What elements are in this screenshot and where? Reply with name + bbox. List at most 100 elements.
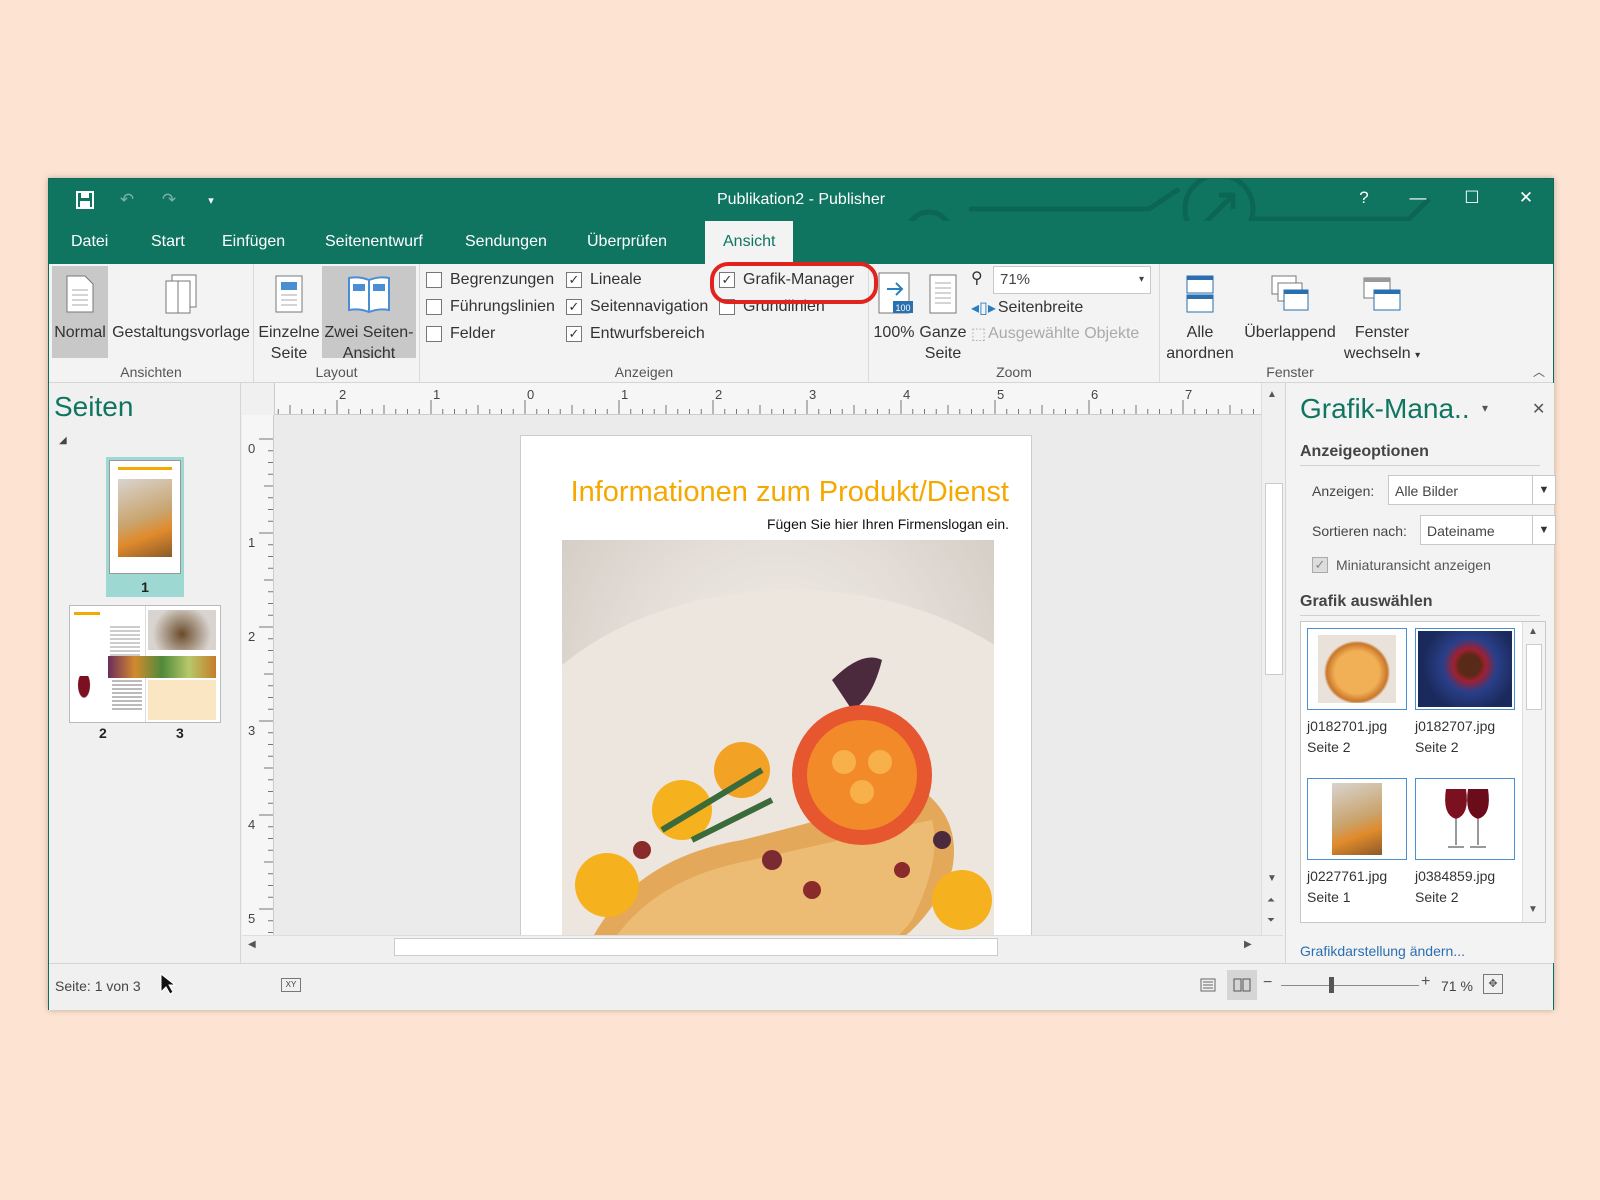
horizontal-scroll-thumb[interactable] <box>394 938 998 956</box>
ueberlappend-label: Überlappend <box>1244 324 1336 341</box>
tab-datei[interactable]: Datei <box>53 221 126 264</box>
ruler-label: 0 <box>248 441 255 456</box>
begrenzungen-checkbox[interactable]: Begrenzungen <box>426 268 554 292</box>
tab-seitenentwurf[interactable]: Seitenentwurf <box>307 221 441 264</box>
task-pane-options-icon[interactable]: ▾ <box>1482 401 1488 415</box>
task-pane-close-icon[interactable]: ✕ <box>1532 399 1545 419</box>
tab-sendungen[interactable]: Sendungen <box>447 221 565 264</box>
zoom-combobox[interactable]: 71% ▾ <box>993 266 1151 294</box>
scroll-up-icon[interactable]: ▲ <box>1267 389 1277 400</box>
zoom-dropdown-icon[interactable]: ▾ <box>1139 267 1144 293</box>
minimize-button[interactable]: — <box>1391 179 1445 217</box>
image-thumb-1[interactable] <box>1307 628 1407 710</box>
next-page-icon[interactable]: ⏷ <box>1267 915 1275 926</box>
thumb-text-block <box>112 680 142 710</box>
ruler-label: 7 <box>1185 387 1192 402</box>
two-page-view-icon[interactable] <box>1227 970 1257 1000</box>
ausgewaehlte-objekte-button[interactable]: ⬚ Ausgewählte Objekte <box>971 322 1139 346</box>
gallery-scrollbar[interactable]: ▲ ▼ <box>1522 622 1545 922</box>
fit-page-icon[interactable]: ✥ <box>1483 974 1503 994</box>
page-thumb-2-3[interactable] <box>69 605 221 723</box>
scroll-left-icon[interactable]: ◀ <box>248 939 256 950</box>
sortieren-dropdown[interactable]: Dateiname ▼ <box>1420 515 1556 545</box>
tab-start[interactable]: Start <box>133 221 203 264</box>
help-button[interactable]: ? <box>1337 179 1391 217</box>
cascade-icon <box>1240 266 1340 322</box>
chevron-down-icon[interactable]: ▼ <box>1532 516 1555 544</box>
close-button[interactable]: ✕ <box>1499 179 1553 217</box>
horizontal-ruler: 2 1 0 1 2 3 4 5 6 7 <box>275 383 1261 415</box>
zoom-slider-thumb[interactable] <box>1329 977 1334 993</box>
page-thumb-1[interactable]: 1 <box>106 457 184 597</box>
zoom-out-icon[interactable]: − <box>1263 974 1272 992</box>
ruler-label: 4 <box>903 387 910 402</box>
previous-page-icon[interactable]: ⏶ <box>1267 895 1275 906</box>
einzelne-seite-button[interactable]: Einzelne Seite <box>257 266 321 362</box>
vertical-ruler: 0 1 2 3 4 5 <box>242 415 274 935</box>
image-page-1: Seite 2 <box>1307 739 1351 755</box>
zoom-badge-text: 100 <box>895 303 910 313</box>
window-title: Publikation2 - Publisher <box>716 191 886 208</box>
ganze-seite-button[interactable]: Ganze Seite <box>919 266 967 362</box>
image-thumb-3[interactable] <box>1307 778 1407 860</box>
image-page-2: Seite 2 <box>1415 739 1459 755</box>
tab-ueberpruefen[interactable]: Überprüfen <box>569 221 685 264</box>
scroll-down-icon[interactable]: ▼ <box>1528 904 1538 915</box>
felder-checkbox[interactable]: Felder <box>426 322 495 346</box>
document-canvas[interactable]: Informationen zum Produkt/Dienst Fügen S… <box>274 415 1261 935</box>
image-thumb-4[interactable] <box>1415 778 1515 860</box>
grafikdarstellung-link[interactable]: Grafikdarstellung ändern... <box>1300 943 1465 959</box>
tab-einfuegen[interactable]: Einfügen <box>204 221 303 264</box>
ruler-corner <box>242 383 275 416</box>
gestaltungsvorlage-button[interactable]: Gestaltungsvorlage <box>111 266 251 358</box>
zoom-100-button[interactable]: 100 100% <box>871 266 917 358</box>
chevron-down-icon[interactable]: ▼ <box>1532 476 1555 504</box>
fish-image <box>1332 783 1382 855</box>
scroll-right-icon[interactable]: ▶ <box>1244 939 1252 950</box>
seitenbreite-button[interactable]: ◂▯▸ Seitenbreite <box>971 296 1083 320</box>
normal-label: Normal <box>54 324 106 341</box>
maximize-button[interactable]: ☐ <box>1445 179 1499 217</box>
dessert-image <box>1418 631 1512 707</box>
pages-pane: Seiten ◢ 1 2 3 <box>49 383 241 963</box>
horizontal-scrollbar[interactable]: ◀ ▶ <box>242 935 1283 958</box>
zwei-label-1: Zwei Seiten- <box>324 324 414 341</box>
scroll-down-icon[interactable]: ▼ <box>1267 873 1277 884</box>
image-name-2: j0182707.jpg <box>1415 718 1496 734</box>
alle-anordnen-button[interactable]: Alle anordnen <box>1162 266 1238 362</box>
fuehrungslinien-checkbox[interactable]: Führungslinien <box>426 295 555 319</box>
gestaltungsvorlage-label: Gestaltungsvorlage <box>112 324 250 341</box>
collapse-triangle-icon[interactable]: ◢ <box>59 435 67 446</box>
vertical-scroll-thumb[interactable] <box>1265 483 1283 675</box>
thumb-text-block <box>110 626 140 656</box>
anzeigen-dropdown[interactable]: Alle Bilder ▼ <box>1388 475 1556 505</box>
ruler-label: 3 <box>248 723 255 738</box>
document-slogan[interactable]: Fügen Sie hier Ihren Firmenslogan ein. <box>521 516 1009 532</box>
group-label-anzeigen: Anzeigen <box>614 364 674 380</box>
miniaturansicht-checkbox[interactable]: ✓ Miniaturansicht anzeigen <box>1312 553 1491 577</box>
document-headline[interactable]: Informationen zum Produkt/Dienst <box>521 476 1009 509</box>
lineale-checkbox[interactable]: ✓ Lineale <box>566 268 642 292</box>
master-page-icon <box>111 266 251 322</box>
collapse-ribbon-icon[interactable]: ︿ <box>1533 363 1545 380</box>
scroll-up-icon[interactable]: ▲ <box>1528 626 1538 637</box>
gallery-scroll-thumb[interactable] <box>1526 644 1542 710</box>
food-photo[interactable] <box>562 540 994 935</box>
zoom-slider-track[interactable] <box>1281 985 1419 986</box>
zoom-percentage[interactable]: 71 % <box>1441 978 1473 994</box>
normal-view-button[interactable]: Normal <box>52 266 108 358</box>
seitennavigation-checkbox[interactable]: ✓ Seitennavigation <box>566 295 708 319</box>
entwurfsbereich-checkbox[interactable]: ✓ Entwurfsbereich <box>566 322 705 346</box>
page-icon <box>52 266 108 322</box>
ueberlappend-button[interactable]: Überlappend <box>1240 266 1340 358</box>
zwei-seiten-ansicht-button[interactable]: Zwei Seiten- Ansicht <box>322 266 416 362</box>
fenster-wechseln-button[interactable]: Fenster wechseln ▾ <box>1342 266 1422 362</box>
tab-ansicht[interactable]: Ansicht <box>705 221 794 264</box>
image-thumb-2[interactable] <box>1415 628 1515 710</box>
single-page-view-icon[interactable] <box>1197 974 1219 996</box>
document-page[interactable]: Informationen zum Produkt/Dienst Fügen S… <box>520 435 1032 935</box>
zoom-in-icon[interactable]: + <box>1421 973 1430 991</box>
image-page-4: Seite 2 <box>1415 889 1459 905</box>
section-divider <box>1300 615 1540 616</box>
vertical-scrollbar[interactable]: ▲ ▼ ⏶ ⏷ <box>1261 383 1284 935</box>
